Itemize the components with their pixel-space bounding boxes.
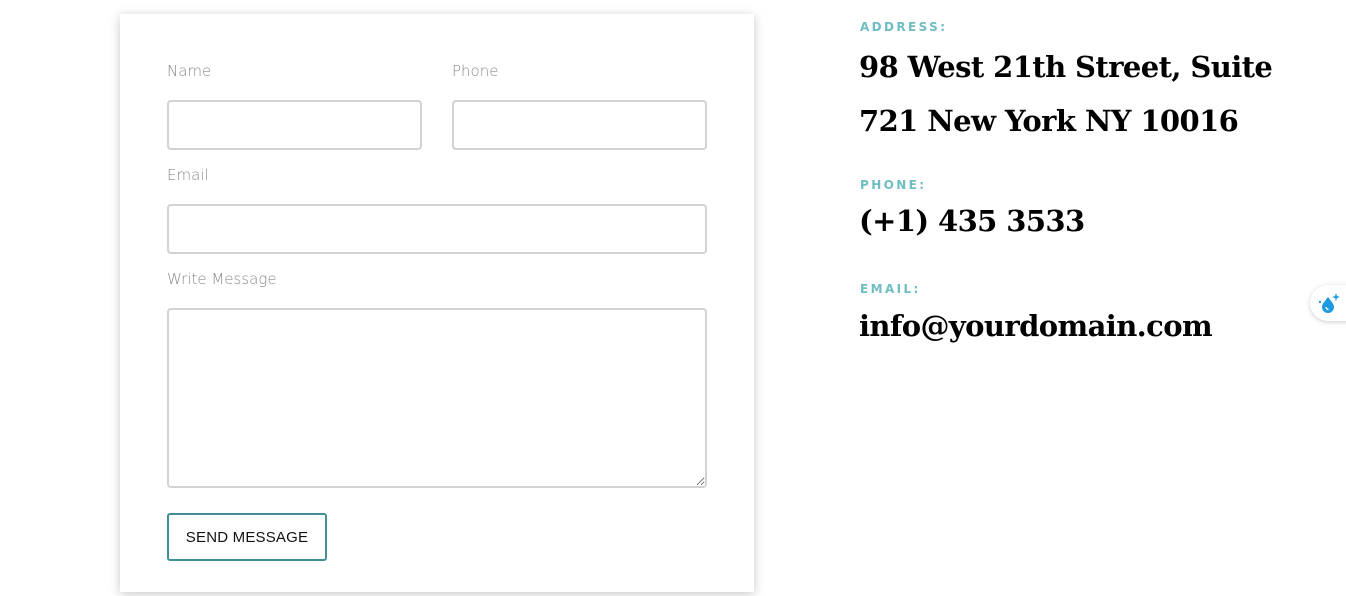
address-line-1: 98 West 21th Street, Suite <box>859 50 1273 84</box>
phone-info-label: PHONE: <box>860 178 927 192</box>
email-info-label: EMAIL: <box>860 282 921 296</box>
message-label: Write Message <box>167 270 277 288</box>
send-message-button[interactable]: SEND MESSAGE <box>167 513 327 561</box>
side-widget-tab[interactable] <box>1310 285 1346 321</box>
name-label: Name <box>167 62 212 80</box>
water-drop-sparkle-icon <box>1318 293 1340 313</box>
email-label: Email <box>167 166 209 184</box>
name-input[interactable] <box>167 100 422 150</box>
phone-input[interactable] <box>452 100 707 150</box>
address-label: ADDRESS: <box>860 20 948 34</box>
phone-label: Phone <box>452 62 499 80</box>
message-textarea[interactable] <box>167 308 707 488</box>
phone-info-value: (+1) 435 3533 <box>859 204 1085 238</box>
address-line-2: 721 New York NY 10016 <box>859 104 1239 138</box>
email-input[interactable] <box>167 204 707 254</box>
email-info-value: info@yourdomain.com <box>859 309 1213 343</box>
contact-form: Name Phone Email Write Message SEND MESS… <box>120 14 754 592</box>
